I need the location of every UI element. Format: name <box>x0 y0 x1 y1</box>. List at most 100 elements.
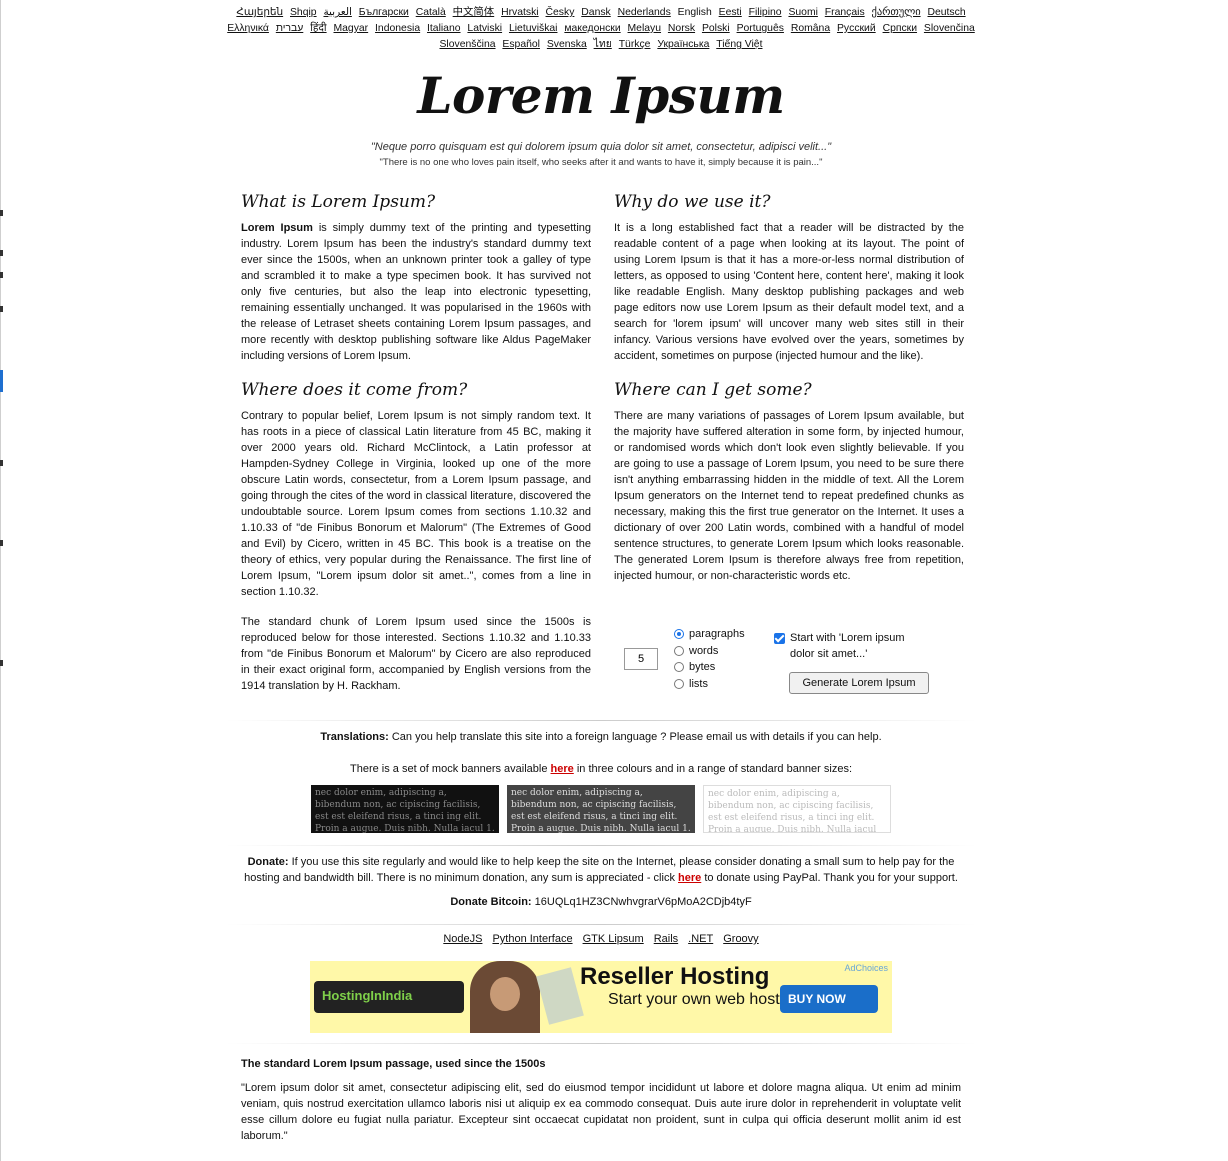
language-link[interactable]: Româna <box>791 23 830 34</box>
generate-button[interactable]: Generate Lorem Ipsum <box>789 672 929 694</box>
ad-logo-b: InIndia <box>370 988 413 1003</box>
language-link[interactable]: Česky <box>546 7 575 18</box>
standard-chunk-text: The standard chunk of Lorem Ipsum used s… <box>241 616 591 692</box>
donate-note: Donate: If you use this site regularly a… <box>241 854 961 886</box>
language-link[interactable]: Ελληνικά <box>227 23 269 34</box>
language-link[interactable]: ไทย <box>594 39 612 50</box>
banners-note: There is a set of mock banners available… <box>225 761 977 777</box>
language-link[interactable]: Lietuviškai <box>509 23 558 34</box>
language-link[interactable]: македонски <box>564 23 620 34</box>
what-text: Lorem Ipsum is simply dummy text of the … <box>241 220 591 364</box>
language-link[interactable]: Eesti <box>719 7 742 18</box>
unit-options: paragraphs words bytes lists <box>674 626 745 692</box>
footer-link[interactable]: NodeJS <box>443 933 482 945</box>
language-link[interactable]: Français <box>825 7 865 18</box>
language-link[interactable]: Pyccкий <box>837 23 876 34</box>
language-link[interactable]: Slovenčina <box>924 23 975 34</box>
ad-logo: HostingInIndia <box>314 981 464 1013</box>
language-link[interactable]: ქართული <box>872 7 921 18</box>
language-link[interactable]: Slovenščina <box>440 39 496 50</box>
start-with-lorem-option[interactable]: Start with 'Lorem ipsum dolor sit amet..… <box>774 630 924 662</box>
language-link[interactable]: Polski <box>702 23 730 34</box>
language-link[interactable]: العربية <box>323 7 351 18</box>
language-link[interactable]: Dansk <box>581 7 610 18</box>
footer-links: NodeJS Python Interface GTK Lipsum Rails .NE… <box>225 933 977 945</box>
footer-link[interactable]: Groovy <box>723 933 758 945</box>
language-link[interactable]: 中文简体 <box>453 7 495 18</box>
banner-dark[interactable]: nec dolor enim, adipiscing a, bibendum n… <box>311 785 499 833</box>
language-link[interactable]: עברית <box>276 23 303 34</box>
page-title: Lorem Ipsum <box>417 66 785 125</box>
ad-headline: Reseller Hosting <box>580 963 770 990</box>
language-link[interactable]: Српски <box>883 23 917 34</box>
translations-label: Translations: <box>320 731 389 743</box>
language-link[interactable]: Українська <box>657 39 709 50</box>
amount-input[interactable] <box>624 648 658 670</box>
language-link[interactable]: Norsk <box>668 23 695 34</box>
language-link[interactable]: हिंदी <box>310 23 326 34</box>
divider <box>225 720 977 721</box>
content-columns: What is Lorem Ipsum? Lorem Ipsum is simp… <box>225 190 977 720</box>
where-from-heading: Where does it come from? <box>241 380 468 400</box>
language-link[interactable]: Nederlands <box>618 7 671 18</box>
adchoices-icon[interactable]: AdChoices <box>844 963 888 973</box>
language-link[interactable]: Español <box>502 39 540 50</box>
ad-money-image <box>536 967 584 1025</box>
language-link[interactable]: Indonesia <box>375 23 420 34</box>
bitcoin-label: Donate Bitcoin: <box>450 896 532 908</box>
language-link[interactable]: Tiếng Việt <box>716 39 762 50</box>
unit-option-label: paragraphs <box>689 628 745 641</box>
radio-icon[interactable] <box>674 645 684 656</box>
language-link[interactable]: Türkçe <box>619 39 651 50</box>
banners-pre: There is a set of mock banners available <box>349 763 551 775</box>
language-link[interactable]: Melayu <box>628 23 662 34</box>
why-text: It is a long established fact that a rea… <box>614 222 964 362</box>
footer-link[interactable]: GTK Lipsum <box>583 933 644 945</box>
language-link: English <box>677 7 712 18</box>
radio-icon[interactable] <box>674 629 684 640</box>
footer-link[interactable]: Rails <box>654 933 678 945</box>
language-link[interactable]: Svenska <box>547 39 587 50</box>
unit-option-paragraphs[interactable]: paragraphs <box>674 626 745 643</box>
what-body: is simply dummy text of the printing and… <box>241 222 591 362</box>
where-get-heading: Where can I get some? <box>614 380 812 400</box>
start-with-checkbox[interactable] <box>774 633 785 644</box>
radio-icon[interactable] <box>674 662 684 673</box>
language-link[interactable]: Shqip <box>290 7 317 18</box>
language-link[interactable]: Magyar <box>334 23 369 34</box>
generator-form: paragraphs words bytes lists Start with 'Lo… <box>614 626 964 706</box>
language-link[interactable]: Deutsch <box>927 7 965 18</box>
banner-samples: nec dolor enim, adipiscing a, bibendum n… <box>225 785 977 833</box>
where-from-text: Contrary to popular belief, Lorem Ipsum … <box>241 410 591 598</box>
banner-grey[interactable]: nec dolor enim, adipiscing a, bibendum n… <box>507 785 695 833</box>
ad-banner[interactable]: HostingInIndia Reseller Hosting Start yo… <box>310 961 892 1033</box>
language-link[interactable]: Italiano <box>427 23 461 34</box>
language-link[interactable]: Filipino <box>749 7 782 18</box>
radio-icon[interactable] <box>674 678 684 689</box>
what-heading: What is Lorem Ipsum? <box>241 192 436 212</box>
language-link[interactable]: Latviski <box>467 23 502 34</box>
unit-option-lists[interactable]: lists <box>674 676 745 693</box>
banners-link[interactable]: here <box>551 763 574 775</box>
unit-option-label: words <box>689 644 719 657</box>
unit-option-label: lists <box>689 677 708 690</box>
donate-link[interactable]: here <box>678 872 701 884</box>
language-link[interactable]: Suomi <box>788 7 817 18</box>
language-link[interactable]: Hrvatski <box>501 7 539 18</box>
footer-link[interactable]: Python Interface <box>492 933 572 945</box>
ad-buy-button[interactable]: BUY NOW <box>780 985 878 1013</box>
latin-quote: "Neque porro quisquam est qui dolorem ip… <box>370 141 832 153</box>
language-link[interactable]: Català <box>416 7 446 18</box>
english-quote: "There is no one who loves pain itself, … <box>379 157 823 168</box>
unit-option-bytes[interactable]: bytes <box>674 659 745 676</box>
standard-heading: The standard Lorem Ipsum passage, used s… <box>241 1058 546 1070</box>
footer-link[interactable]: .NET <box>688 933 713 945</box>
standard-passage: The standard Lorem Ipsum passage, used s… <box>225 1058 977 1144</box>
right-column: Why do we use it? It is a long establish… <box>614 190 964 598</box>
language-link[interactable]: Հայերեն <box>236 7 283 18</box>
language-link[interactable]: Български <box>359 7 409 18</box>
banner-light[interactable]: nec dolor enim, adipiscing a, bibendum n… <box>703 785 891 833</box>
language-link[interactable]: Português <box>737 23 784 34</box>
unit-option-words[interactable]: words <box>674 643 745 660</box>
bitcoin-address: 16UQLq1HZ3CNwhvgrarV6pMoA2CDjb4tyF <box>531 896 752 908</box>
